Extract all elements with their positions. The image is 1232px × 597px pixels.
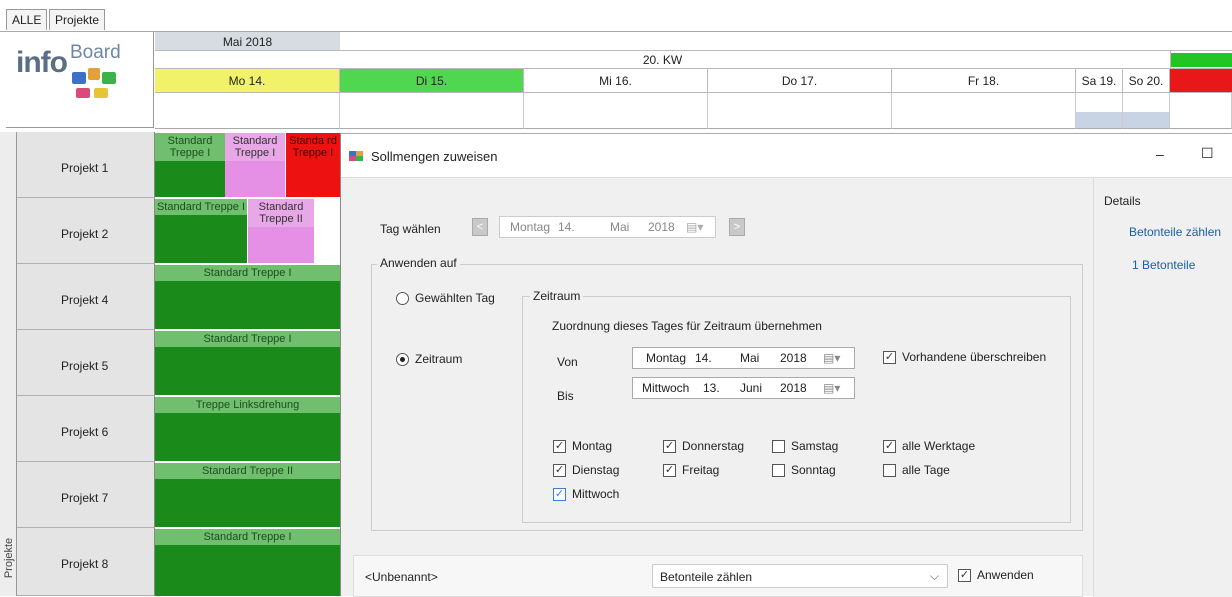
day-sub-do [708, 93, 892, 129]
task-block[interactable]: Standard Treppe II [155, 463, 340, 527]
task-block[interactable]: Standard Treppe I [155, 265, 340, 329]
details-count[interactable]: 1 Betonteile [1132, 258, 1195, 272]
anwenden-auf-label: Anwenden auf [377, 256, 460, 270]
mittwoch-checkbox[interactable]: ✓ Mittwoch [553, 487, 619, 503]
dialog-title: Sollmengen zuweisen [371, 149, 498, 164]
task-block[interactable]: Standard Treppe I [155, 529, 340, 596]
betonteile-select[interactable]: Betonteile zählen ⌵ [652, 564, 948, 588]
donnerstag-checkbox[interactable]: ✓ Donnerstag [663, 439, 744, 455]
details-label: Details [1104, 194, 1141, 208]
tab-bar: ALLE Projekte [0, 0, 1232, 32]
day-sub-mo [155, 93, 340, 129]
day-sub-so [1123, 93, 1170, 129]
project-row-8[interactable]: Projekt 8 [17, 528, 155, 596]
task-gap [314, 199, 340, 263]
prev-day-button[interactable]: < [472, 218, 488, 236]
details-panel [1093, 178, 1232, 597]
dialog-titlebar: Sollmengen zuweisen – ☐ [341, 134, 1232, 178]
zeitraum-group-label: Zeitraum [530, 289, 584, 303]
calendar-dropdown-icon[interactable]: ▤▾ [823, 381, 840, 395]
zuordnung-text: Zuordnung dieses Tages für Zeitraum über… [552, 319, 822, 333]
calendar-dropdown-icon: ▤▾ [686, 220, 704, 234]
logo-info-text: info [16, 46, 68, 79]
alle-werktage-checkbox[interactable]: ✓ alle Werktage [883, 439, 975, 455]
day-sa[interactable]: Sa 19. [1076, 69, 1123, 93]
day-sub-mi [524, 93, 708, 129]
day-sub-sa [1076, 93, 1123, 129]
task-block[interactable]: Standard Treppe I [155, 199, 247, 263]
samstag-checkbox[interactable]: Samstag [772, 439, 838, 455]
bottom-name-label: <Unbenannt> [365, 570, 438, 584]
logo-graphic-icon [72, 68, 122, 108]
sollmengen-dialog: Sollmengen zuweisen – ☐ Tag wählen < Mon… [340, 133, 1232, 597]
dialog-app-icon [349, 151, 363, 161]
task-block[interactable]: Standard Treppe I [225, 133, 285, 197]
tag-waehlen-label: Tag wählen [380, 222, 441, 236]
calendar-dropdown-icon[interactable]: ▤▾ [823, 351, 840, 365]
project-row-4[interactable]: Projekt 4 [17, 264, 155, 330]
dienstag-checkbox[interactable]: ✓ Dienstag [553, 463, 619, 479]
bis-date-picker[interactable]: Mittwoch 13. Juni 2018 ▤▾ [632, 377, 855, 399]
maximize-button[interactable]: ☐ [1201, 145, 1214, 162]
task-block[interactable]: Standard Treppe I [155, 331, 340, 395]
day-do[interactable]: Do 17. [708, 69, 892, 93]
chevron-down-icon: ⌵ [929, 569, 939, 583]
alle-tage-checkbox[interactable]: alle Tage [883, 463, 950, 479]
day-di[interactable]: Di 15. [340, 69, 524, 93]
tag-date-picker[interactable]: Montag 14. Mai 2018 ▤▾ [499, 216, 716, 238]
day-sub-fr [892, 93, 1076, 129]
von-date-picker[interactable]: Montag 14. Mai 2018 ▤▾ [632, 347, 855, 369]
radio-gewaehlter-tag[interactable]: Gewählten Tag [396, 291, 495, 307]
project-row-6[interactable]: Projekt 6 [17, 396, 155, 462]
app-logo: info Board [6, 32, 154, 128]
task-block[interactable]: Standa rd Treppe I [286, 133, 340, 197]
week-header: 20. KW [642, 53, 683, 67]
project-row-5[interactable]: Projekt 5 [17, 330, 155, 396]
projects-side-label: Projekte [0, 132, 17, 596]
minimize-button[interactable]: – [1156, 146, 1164, 162]
bis-label: Bis [557, 389, 574, 403]
radio-zeitraum[interactable]: Zeitraum [396, 352, 462, 368]
task-block[interactable]: Standard Treppe I [155, 133, 225, 197]
month-header: Mai 2018 [155, 32, 340, 51]
day-mi[interactable]: Mi 16. [524, 69, 708, 93]
sonntag-checkbox[interactable]: Sonntag [772, 463, 836, 479]
task-block[interactable]: Treppe Linksdrehung [155, 397, 340, 461]
tab-projekte[interactable]: Projekte [49, 9, 106, 30]
freitag-checkbox[interactable]: ✓ Freitag [663, 463, 719, 479]
project-row-1[interactable]: Projekt 1 [17, 132, 155, 198]
montag-checkbox[interactable]: ✓ Montag [553, 439, 612, 455]
day-mo[interactable]: Mo 14. [155, 69, 340, 93]
day-sub-next [1170, 93, 1232, 129]
logo-board-text: Board [70, 42, 121, 63]
status-red-bar [1170, 69, 1232, 93]
day-fr[interactable]: Fr 18. [892, 69, 1076, 93]
project-row-7[interactable]: Projekt 7 [17, 462, 155, 528]
tab-alle[interactable]: ALLE [6, 9, 48, 30]
ueberschreiben-checkbox[interactable]: ✓ Vorhandene überschreiben [883, 350, 1046, 366]
von-label: Von [557, 355, 578, 369]
week-header-next [1170, 51, 1232, 68]
anwenden-checkbox[interactable]: ✓ Anwenden [958, 568, 1034, 584]
status-green-bar [1171, 53, 1232, 67]
task-block[interactable]: Standard Treppe II [248, 199, 314, 263]
details-betonteile-link[interactable]: Betonteile zählen [1129, 225, 1221, 239]
day-sub-di [340, 93, 524, 129]
day-so[interactable]: So 20. [1123, 69, 1170, 93]
next-day-button[interactable]: > [729, 218, 745, 236]
project-row-2[interactable]: Projekt 2 [17, 198, 155, 264]
month-header-fill [340, 32, 1232, 51]
